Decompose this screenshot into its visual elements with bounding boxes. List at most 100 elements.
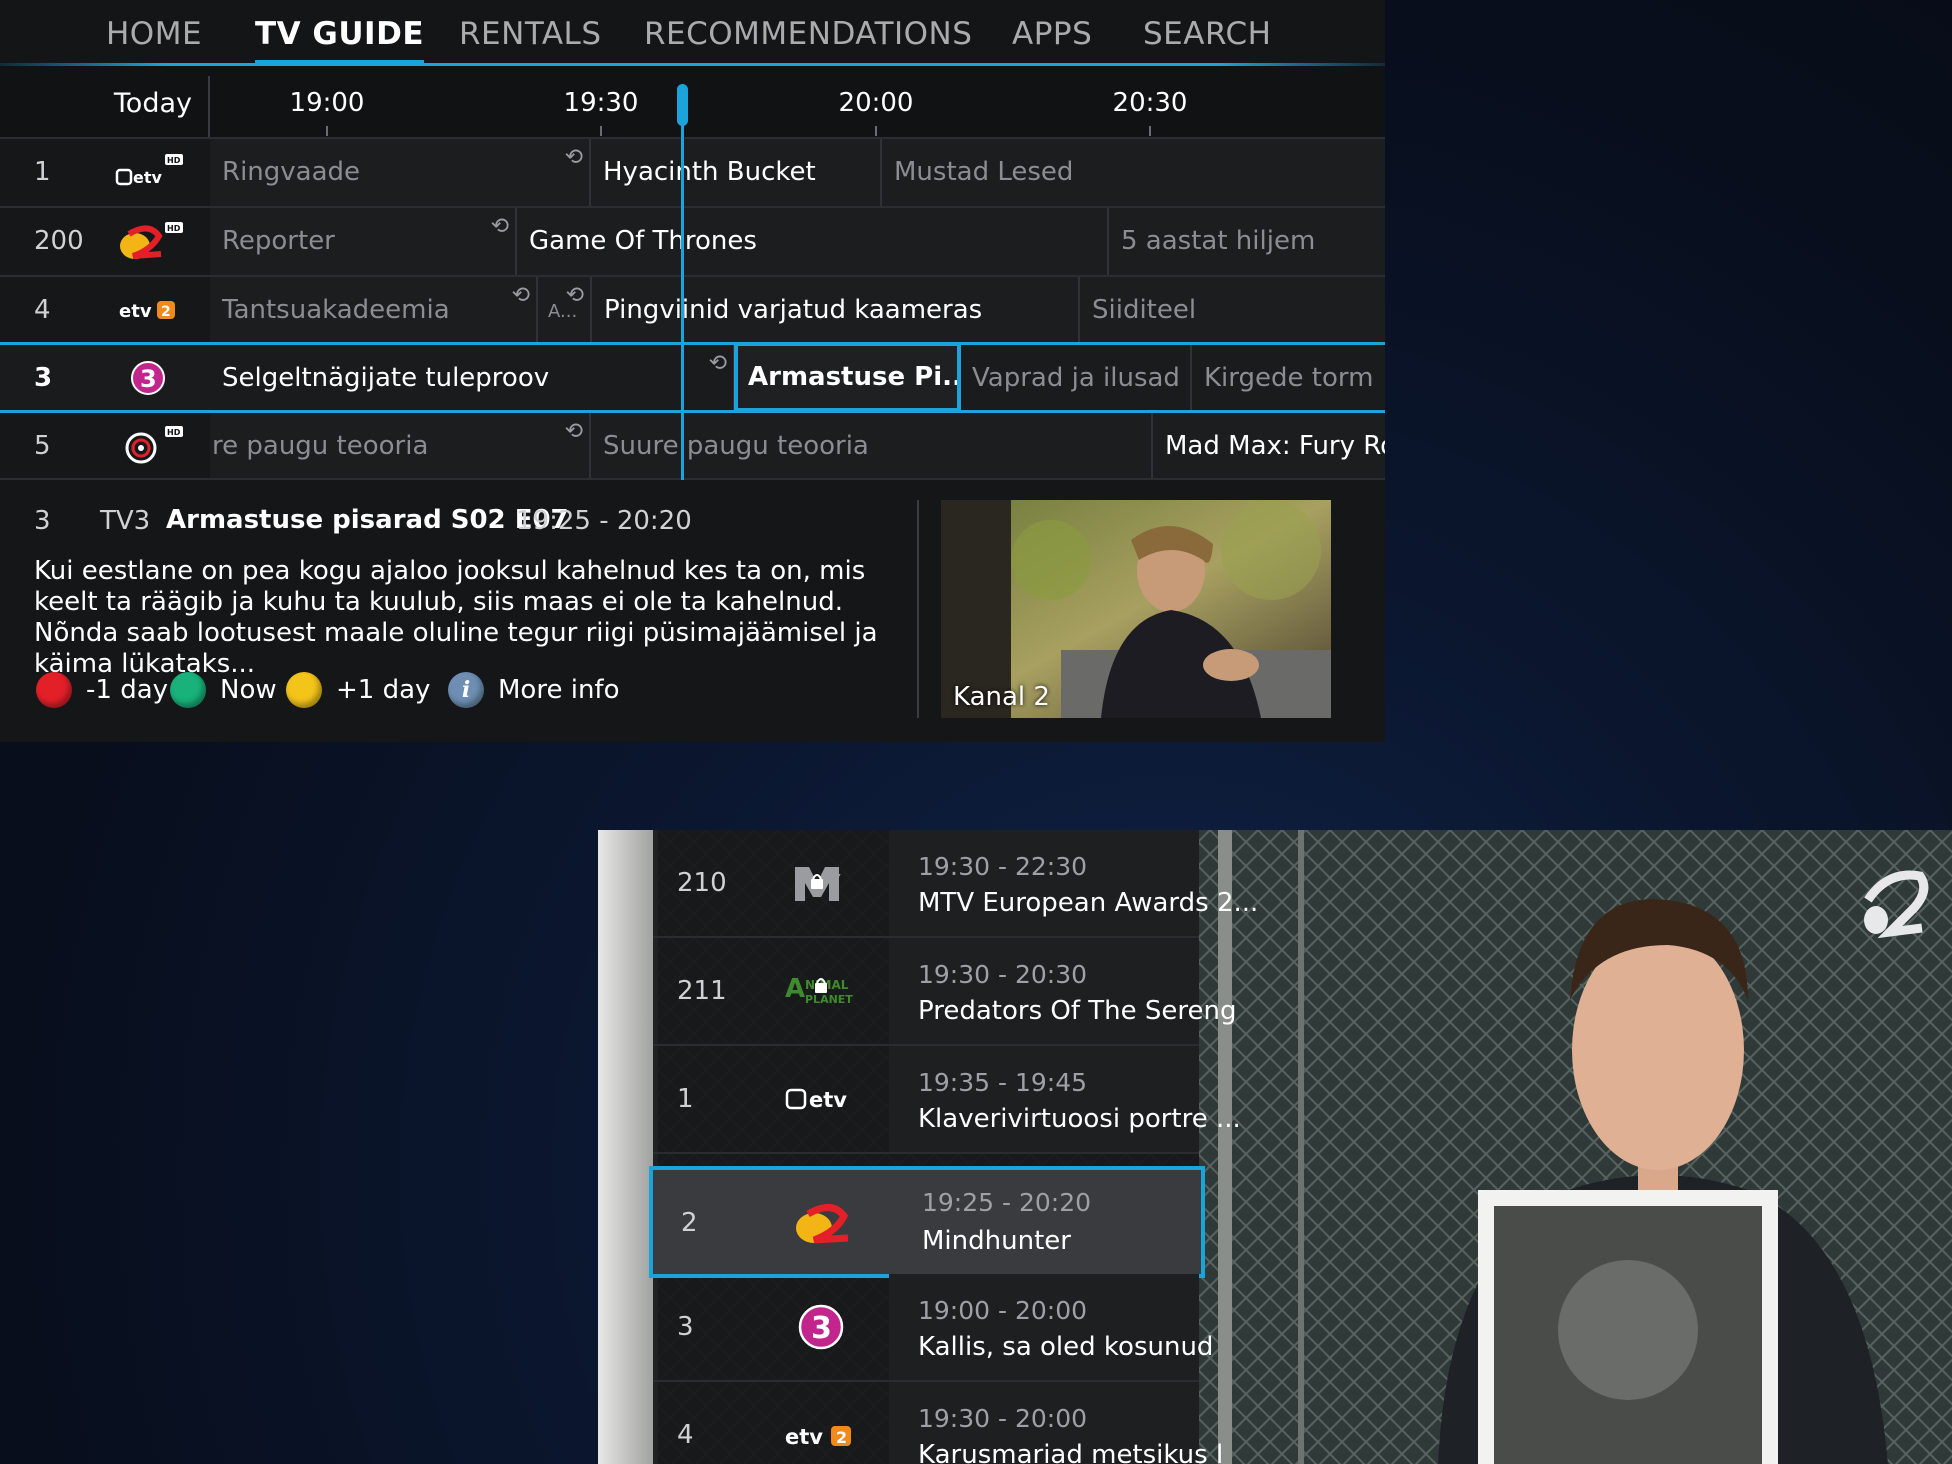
etv2-logo: etv 2 [753,1382,889,1464]
mtv-logo: v [753,830,889,936]
program-cell[interactable]: Reporter ⟲ [210,208,517,275]
list-item-info-bg [889,830,1199,936]
tick-mark [326,126,328,136]
list-item-info-bg [889,1046,1199,1152]
list-item[interactable]: 1 etv 19:35 - 19:45 Klaverivirtuoosi por… [653,1046,1241,1154]
nav-recommendations[interactable]: RECOMMENDATIONS [644,16,972,52]
svg-text:HD: HD [167,224,181,233]
channel-row-3[interactable]: 3 3 Selgeltnägijate tuleproov ⟲ Vaprad ja… [0,345,1385,412]
now-indicator-line [681,92,684,480]
tick-mark [875,126,877,136]
program-cell[interactable]: Game Of Thrones [517,208,1109,275]
plus-one-day-button[interactable]: +1 day [286,672,430,708]
kanal2-hd-logo: HD [108,218,188,264]
tick-mark [1149,126,1151,136]
replay-icon: ⟲ [708,351,727,376]
preview-channel-label: Kanal 2 [953,682,1050,712]
program-title: Kallis, sa oled kosunud [918,1332,1214,1362]
kanal2-logo [757,1170,893,1276]
time-bar: Today 19:00 19:30 20:00 20:30 [0,66,1385,138]
etv-logo: etv [753,1046,889,1152]
program-cell[interactable]: Pingviinid varjatud kaameras [592,277,1080,344]
replay-icon: ⟲ [490,214,509,239]
program-cell[interactable]: Tantsuakadeemia ⟲ [210,277,538,344]
time-tick: 19:30 [563,88,639,118]
program-time: 19:25 - 20:20 [922,1188,1092,1217]
top-navigation: HOME TV GUIDE RENTALS RECOMMENDATIONS AP… [0,0,1385,66]
etv2-logo: etv 2 [108,287,188,333]
svg-text:2: 2 [161,304,171,320]
info-program-time: 19:25 - 20:20 [516,506,692,536]
nav-search[interactable]: SEARCH [1143,16,1271,52]
program-cell[interactable]: Suure paugu teooria [591,413,1153,480]
channel-preview-thumbnail[interactable]: Kanal 2 [941,500,1331,718]
channel-number: 3 [34,363,53,393]
channel-number: 211 [677,976,727,1006]
nav-apps[interactable]: APPS [1012,16,1092,52]
list-item[interactable]: 4 etv 2 19:30 - 20:00 Karusmariad metsiku… [653,1382,1223,1464]
svg-text:HD: HD [167,428,181,437]
tv3-logo: 3 [753,1274,889,1380]
focused-program-cell[interactable]: Armastuse Pi... [734,342,961,412]
program-cell[interactable]: Mustad Lesed [882,139,1385,206]
replay-icon: ⟲ [564,145,583,170]
program-cell[interactable]: Vaprad ja ilusad [960,345,1192,412]
program-time: 19:35 - 19:45 [918,1068,1088,1097]
channel-row-5[interactable]: 5 HD re paugu teooria ⟲ Suure paugu teoor… [0,413,1385,480]
replay-icon: ⟲ [511,283,530,308]
channel-row-1[interactable]: 1 etv HD Ringvaade ⟲ Hyacinth Bucket Musta… [0,139,1385,206]
channel-number: 210 [677,868,727,898]
time-tick: 20:30 [1112,88,1188,118]
time-bar-separator [208,76,210,138]
channel-number: 2 [681,1208,698,1238]
replay-icon: ⟲ [564,419,583,444]
program-cell[interactable]: Hyacinth Bucket [591,139,882,206]
now-button[interactable]: Now [170,672,277,708]
program-cell[interactable]: Siiditeel [1080,277,1385,344]
program-cell[interactable]: Kirgede torm [1192,345,1385,412]
svg-text:2: 2 [836,1428,847,1447]
program-cell[interactable]: Ringvaade ⟲ [210,139,591,206]
nav-rentals[interactable]: RENTALS [459,16,602,52]
program-title: Mindhunter [922,1226,1071,1256]
program-title: Klaverivirtuoosi portre ... [918,1104,1241,1134]
program-time: 19:30 - 22:30 [918,852,1088,881]
program-title: Karusmariad metsikus l [918,1440,1224,1464]
channel-row-200[interactable]: 200 HD Reporter ⟲ Game Of Thrones 5 aasta… [0,208,1385,275]
program-cell[interactable]: 5 aastat hiljem [1109,208,1385,275]
info-icon: i [448,672,484,708]
svg-text:3: 3 [140,365,157,393]
minus-one-day-button[interactable]: -1 day [36,672,168,708]
nav-tv-guide[interactable]: TV GUIDE [255,16,424,66]
svg-text:A: A [785,974,805,1004]
replay-icon: ⟲ [565,283,584,308]
list-item[interactable]: 3 3 19:00 - 20:00 Kallis, sa oled kosunu… [653,1274,1213,1382]
channel-number: 3 [677,1312,694,1342]
now-indicator-handle [677,84,688,126]
etv-hd-logo: etv HD [108,149,188,195]
list-item-info-bg [889,1274,1199,1380]
channel-row-4[interactable]: 4 etv 2 Tantsuakadeemia ⟲ A... ⟲ Pingviinid… [0,277,1385,344]
info-program-title: Armastuse pisarad S02 E07 [166,505,569,535]
yellow-button-icon [286,672,322,708]
svg-text:etv: etv [133,168,163,187]
mini-guide-overlay: 210 v 19:30 - 22:30 MTV European Awards … [598,830,1952,1464]
time-tick: 19:00 [289,88,365,118]
list-item-focused[interactable]: 2 19:25 - 20:20 Mindhunter [649,1166,1205,1278]
channel-number: 4 [677,1420,694,1450]
svg-text:v: v [831,868,841,887]
info-channel-name: TV3 [100,506,151,536]
list-item[interactable]: 211 ANIMALPLANET 19:30 - 20:30 Predators… [653,938,1236,1046]
program-cell[interactable]: Mad Max: Fury Road [1153,413,1385,480]
tick-mark [600,126,602,136]
nav-home[interactable]: HOME [106,16,202,52]
program-cell[interactable]: A... ⟲ [538,277,592,344]
list-item[interactable]: 210 v 19:30 - 22:30 MTV European Awards … [653,830,1258,938]
info-description: Kui eestlane on pea kogu ajaloo jooksul … [34,556,878,679]
more-info-button[interactable]: i More info [448,672,619,708]
info-separator [917,500,919,718]
channel-number: 1 [677,1084,694,1114]
red-button-icon [36,672,72,708]
program-cell[interactable]: re paugu teooria ⟲ [210,413,591,480]
program-cell[interactable]: Selgeltnägijate tuleproov ⟲ [210,345,735,412]
